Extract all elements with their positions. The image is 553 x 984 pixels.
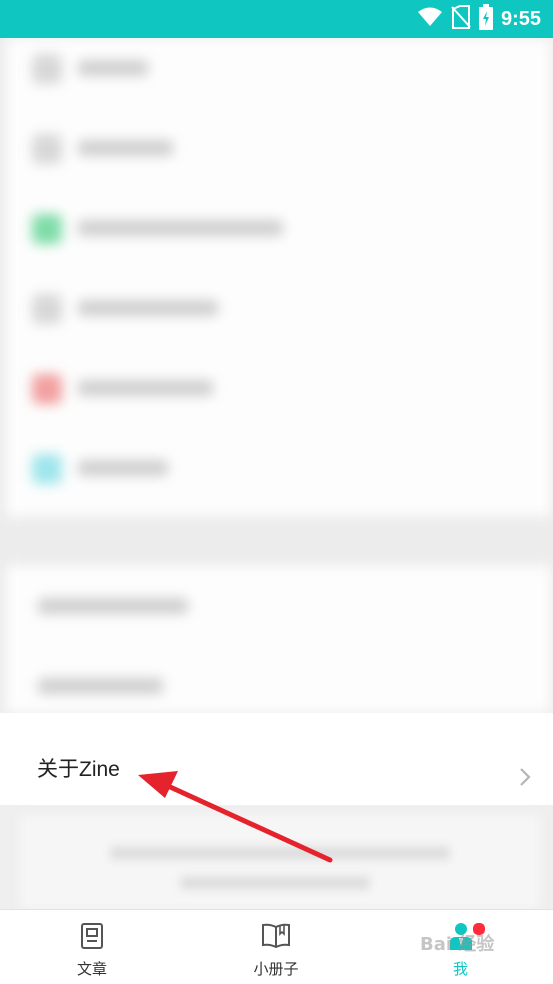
about-zine-row[interactable]: 关于Zine <box>0 713 553 805</box>
tab-articles-label: 文章 <box>76 960 107 978</box>
battery-charging-icon <box>478 4 493 34</box>
no-sim-icon <box>451 5 471 33</box>
chevron-right-icon <box>519 767 531 791</box>
tab-me-label: 我 <box>452 960 468 978</box>
tab-booklets[interactable]: 小册子 <box>184 910 368 984</box>
blurred-footer-info <box>0 805 553 909</box>
tab-articles[interactable]: 文章 <box>0 910 184 984</box>
watermark: Bai 经验 <box>420 934 495 955</box>
about-zine-label: 关于Zine <box>37 758 120 781</box>
article-icon <box>80 922 104 954</box>
tab-booklets-label: 小册子 <box>253 960 299 978</box>
wifi-icon <box>417 7 443 31</box>
book-icon <box>261 922 291 952</box>
blurred-menu-list <box>0 38 553 713</box>
status-bar: 9:55 <box>0 0 553 38</box>
status-time: 9:55 <box>500 7 541 30</box>
status-icons: 9:55 <box>417 0 541 38</box>
